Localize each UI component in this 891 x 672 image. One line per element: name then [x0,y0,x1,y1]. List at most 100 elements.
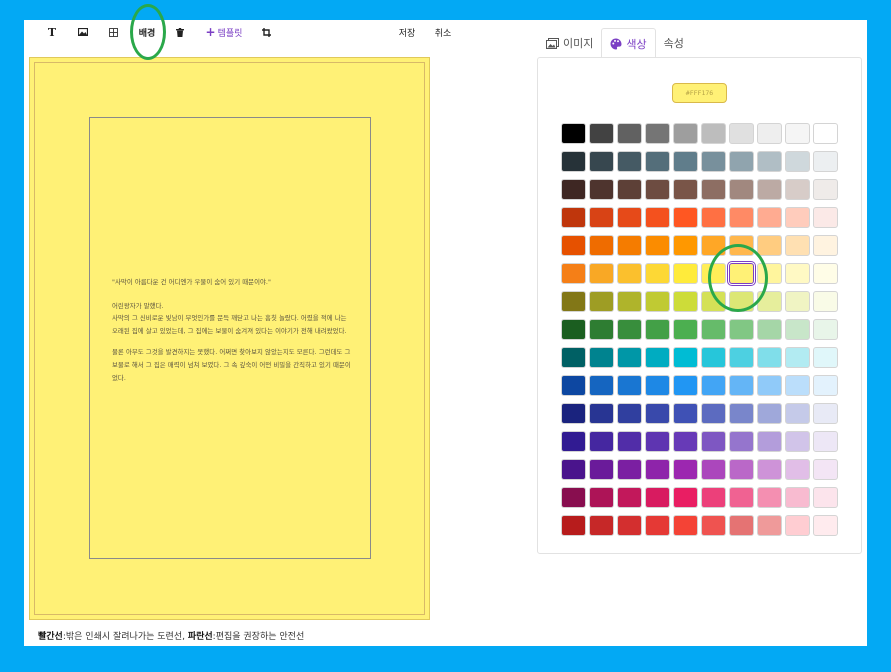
color-swatch[interactable] [729,179,754,200]
color-swatch[interactable] [785,515,810,536]
color-swatch[interactable] [589,207,614,228]
color-swatch[interactable] [729,431,754,452]
color-swatch[interactable] [561,459,586,480]
color-swatch[interactable] [645,207,670,228]
color-swatch[interactable] [701,179,726,200]
color-swatch[interactable] [589,235,614,256]
color-swatch[interactable] [673,459,698,480]
color-swatch[interactable] [617,207,642,228]
color-swatch[interactable] [813,347,838,368]
color-swatch[interactable] [785,347,810,368]
color-swatch[interactable] [617,263,642,284]
color-swatch[interactable] [729,123,754,144]
color-swatch[interactable] [729,207,754,228]
tab-properties[interactable]: 속성 [656,28,692,58]
color-swatch[interactable] [617,403,642,424]
color-swatch[interactable] [561,487,586,508]
color-swatch[interactable] [645,347,670,368]
color-swatch[interactable] [673,235,698,256]
color-swatch[interactable] [813,403,838,424]
color-swatch[interactable] [561,515,586,536]
color-swatch[interactable] [561,375,586,396]
color-swatch[interactable] [785,375,810,396]
text-tool-button[interactable]: T [46,23,58,41]
color-swatch[interactable] [757,347,782,368]
color-swatch[interactable] [813,431,838,452]
color-swatch[interactable] [561,263,586,284]
frame-tool-button[interactable] [260,23,272,41]
color-swatch[interactable] [785,263,810,284]
color-swatch[interactable] [589,403,614,424]
color-swatch[interactable] [589,375,614,396]
color-swatch[interactable] [645,123,670,144]
color-swatch[interactable] [785,431,810,452]
color-swatch[interactable] [673,179,698,200]
save-button[interactable]: 저장 [396,23,418,41]
color-swatch[interactable] [701,515,726,536]
color-swatch[interactable] [701,431,726,452]
color-swatch[interactable] [561,235,586,256]
color-swatch[interactable] [813,207,838,228]
color-swatch[interactable] [673,151,698,172]
color-swatch[interactable] [589,263,614,284]
color-swatch[interactable] [785,291,810,312]
color-swatch[interactable] [589,459,614,480]
color-swatch[interactable] [813,179,838,200]
color-swatch[interactable] [785,179,810,200]
color-swatch[interactable] [701,151,726,172]
color-swatch[interactable] [701,403,726,424]
color-swatch[interactable] [813,151,838,172]
color-swatch[interactable] [589,319,614,340]
color-swatch[interactable] [813,515,838,536]
color-swatch[interactable] [785,207,810,228]
color-swatch[interactable] [645,263,670,284]
color-swatch[interactable] [813,487,838,508]
color-swatch[interactable] [701,459,726,480]
color-swatch[interactable] [561,291,586,312]
color-swatch[interactable] [701,235,726,256]
color-swatch[interactable] [561,151,586,172]
color-swatch[interactable] [757,151,782,172]
color-swatch[interactable] [617,459,642,480]
color-swatch[interactable] [561,403,586,424]
color-swatch[interactable] [561,319,586,340]
color-swatch[interactable] [673,319,698,340]
color-swatch[interactable] [673,263,698,284]
design-canvas[interactable]: "사막이 아름다운 건 어디엔가 우물이 숨어 있기 때문이야." 어린왕자가 … [29,57,430,620]
color-swatch[interactable] [757,123,782,144]
color-swatch[interactable] [589,123,614,144]
color-swatch[interactable] [757,291,782,312]
color-swatch[interactable] [785,151,810,172]
color-swatch[interactable] [813,459,838,480]
color-swatch[interactable] [673,403,698,424]
color-swatch[interactable] [589,291,614,312]
color-swatch[interactable] [617,235,642,256]
color-swatch[interactable] [757,515,782,536]
color-swatch[interactable] [673,207,698,228]
color-swatch[interactable] [729,403,754,424]
color-swatch[interactable] [729,375,754,396]
color-swatch[interactable] [645,375,670,396]
color-swatch[interactable] [617,347,642,368]
color-swatch[interactable] [645,431,670,452]
color-swatch[interactable] [701,375,726,396]
color-swatch[interactable] [673,431,698,452]
color-swatch[interactable] [729,291,754,312]
color-swatch[interactable] [645,403,670,424]
color-swatch[interactable] [757,459,782,480]
color-swatch[interactable] [785,235,810,256]
color-swatch[interactable] [701,263,726,284]
color-swatch[interactable] [617,179,642,200]
background-button[interactable]: 배경 [137,23,157,41]
color-swatch[interactable] [673,291,698,312]
color-swatch[interactable] [645,235,670,256]
color-swatch[interactable] [785,459,810,480]
color-swatch[interactable] [785,123,810,144]
color-swatch[interactable] [785,487,810,508]
color-swatch[interactable] [645,487,670,508]
color-swatch[interactable] [813,263,838,284]
story-text-box[interactable]: "사막이 아름다운 건 어디엔가 우물이 숨어 있기 때문이야." 어린왕자가 … [112,276,352,393]
color-swatch[interactable] [589,431,614,452]
color-swatch[interactable] [757,375,782,396]
color-swatch[interactable] [645,319,670,340]
